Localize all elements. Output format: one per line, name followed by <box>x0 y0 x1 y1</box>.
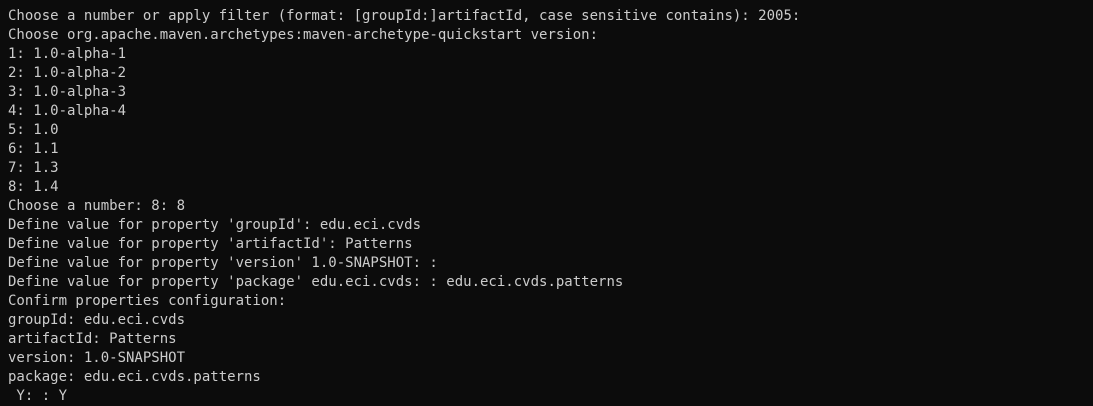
version-option-8: 8: 1.4 <box>8 179 59 195</box>
choose-version-line: Choose org.apache.maven.archetypes:maven… <box>8 27 599 43</box>
artifactid-prompt-line: Define value for property 'artifactId': … <box>8 236 413 252</box>
version-option-1: 1: 1.0-alpha-1 <box>8 46 127 62</box>
version-option-4: 4: 1.0-alpha-4 <box>8 103 127 119</box>
version-option-2: 2: 1.0-alpha-2 <box>8 65 127 81</box>
confirm-groupid-line: groupId: edu.eci.cvds <box>8 312 186 328</box>
package-prompt-line: Define value for property 'package' edu.… <box>8 274 624 290</box>
confirm-package-line: package: edu.eci.cvds.patterns <box>8 369 261 385</box>
version-option-5: 5: 1.0 <box>8 122 59 138</box>
version-option-7: 7: 1.3 <box>8 160 59 176</box>
confirm-version-line: version: 1.0-SNAPSHOT <box>8 350 186 366</box>
terminal-output[interactable]: Choose a number or apply filter (format:… <box>0 0 1093 406</box>
version-option-6: 6: 1.1 <box>8 141 59 157</box>
confirm-heading-line: Confirm properties configuration: <box>8 293 287 309</box>
confirm-artifactid-line: artifactId: Patterns <box>8 331 177 347</box>
version-prompt-line: Define value for property 'version' 1.0-… <box>8 255 438 271</box>
groupid-prompt-line: Define value for property 'groupId': edu… <box>8 217 422 233</box>
confirm-input-line[interactable]: Y: : Y <box>8 387 1093 406</box>
choose-number-line: Choose a number: 8: 8 <box>8 198 186 214</box>
version-option-3: 3: 1.0-alpha-3 <box>8 84 127 100</box>
filter-prompt-line: Choose a number or apply filter (format:… <box>8 8 801 24</box>
